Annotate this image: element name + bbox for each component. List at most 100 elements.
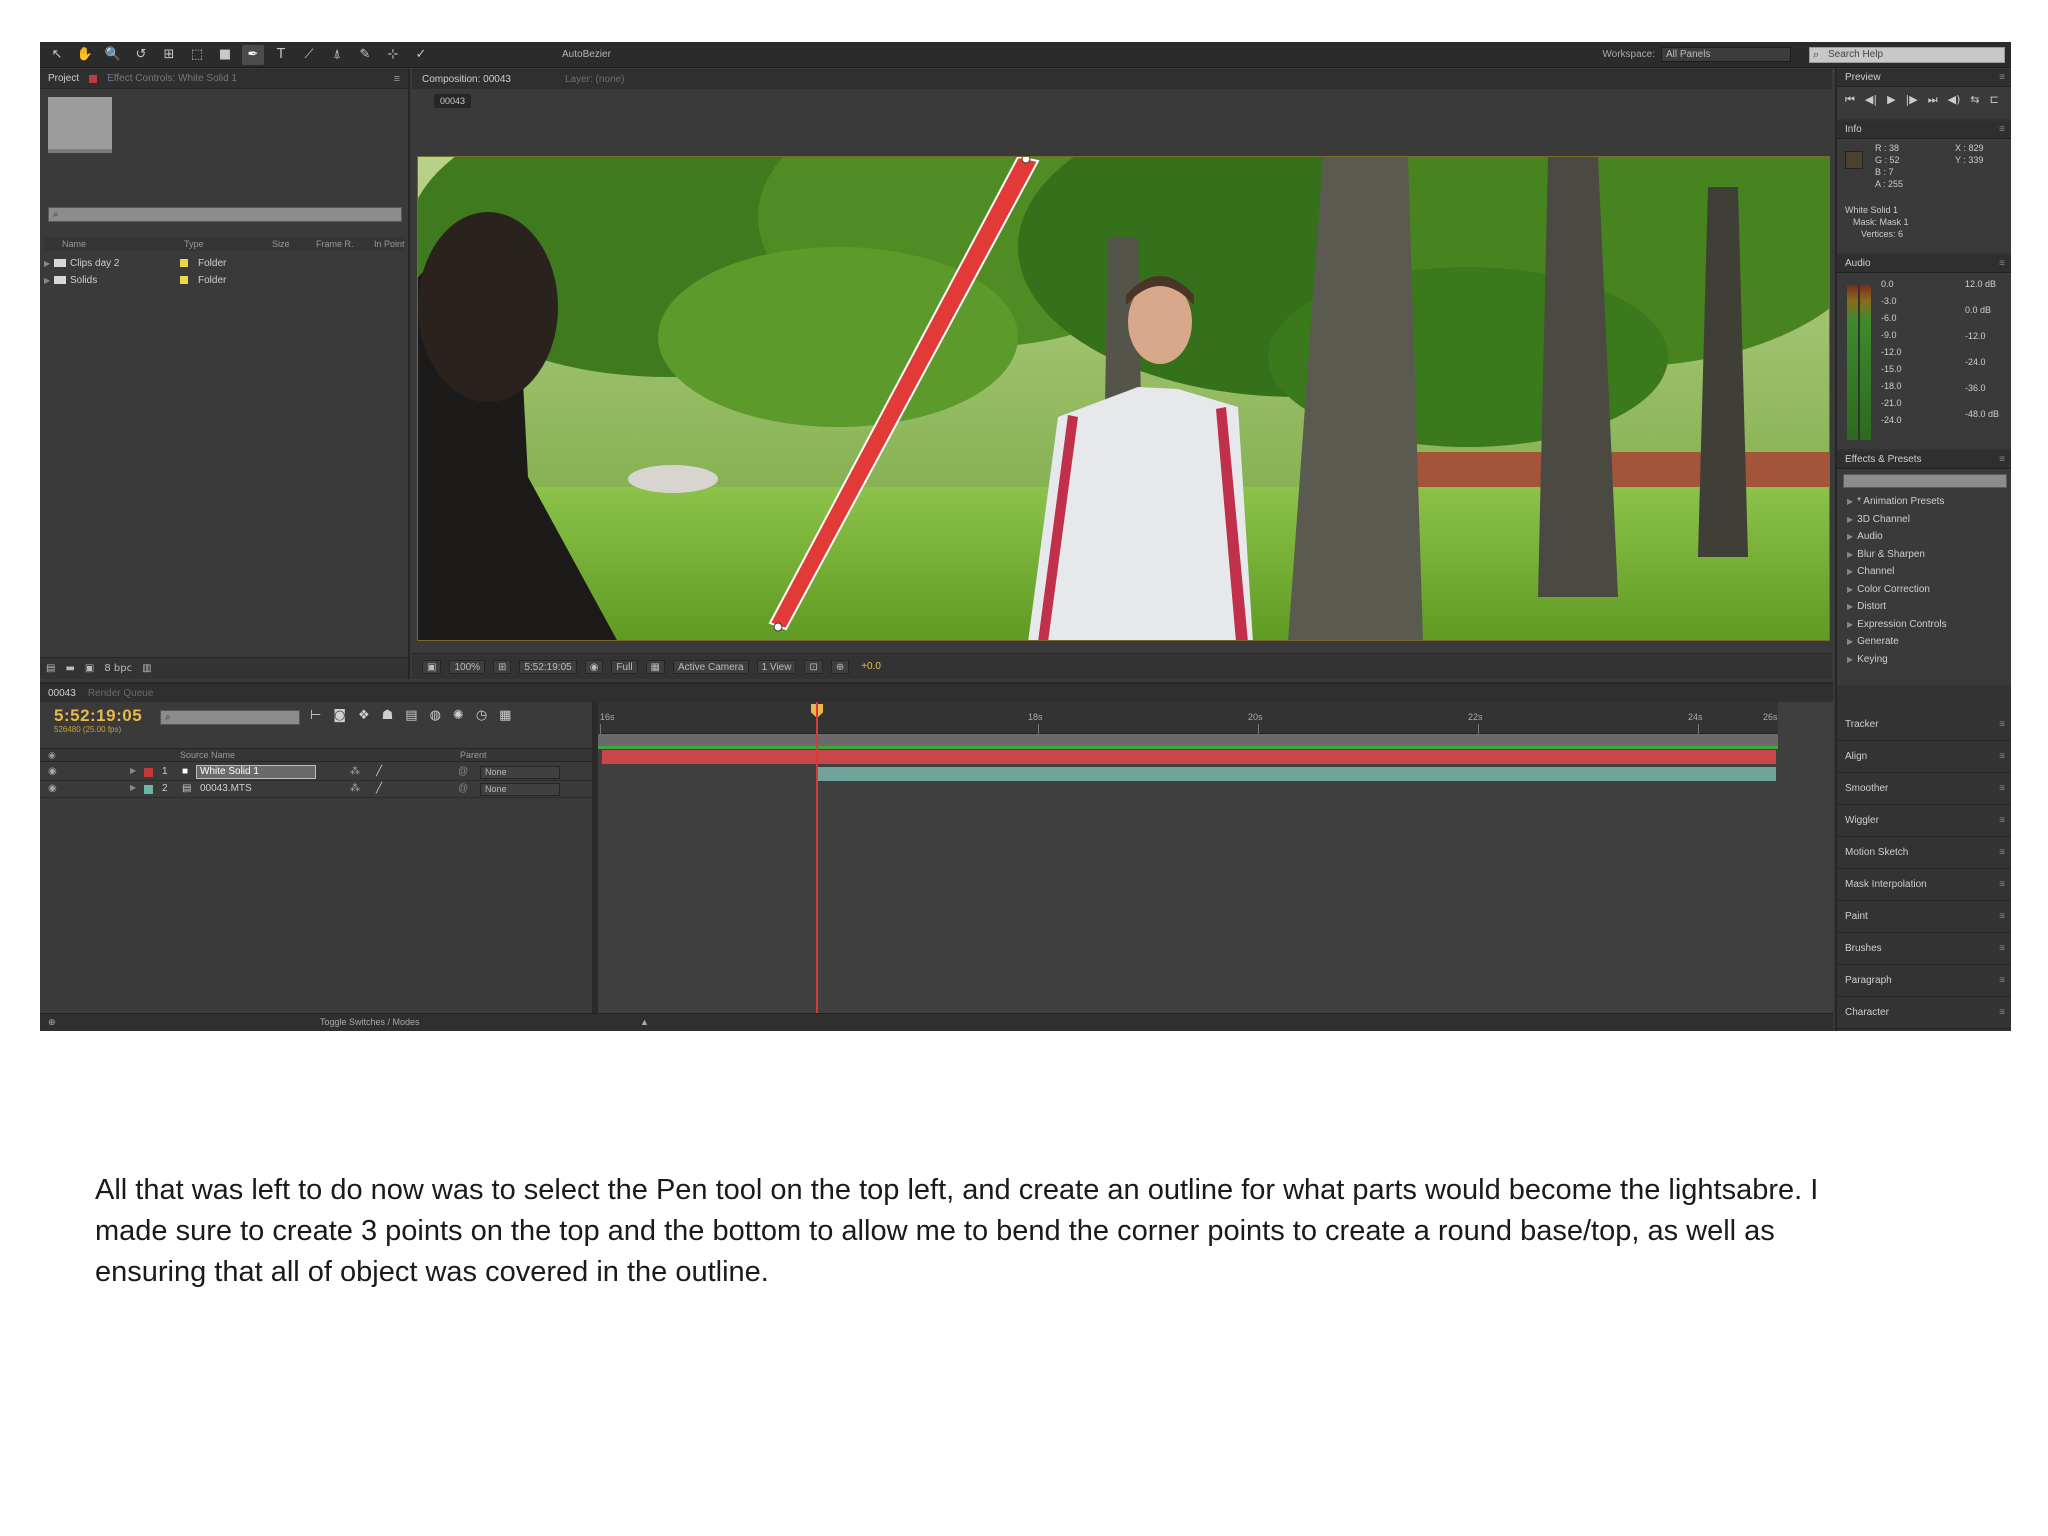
expand-collapse-icon[interactable]: ⊕ — [48, 1017, 56, 1028]
time-ruler[interactable]: 16s 18s 20s 22s 24s 26s — [598, 702, 1778, 734]
expand-arrow-icon[interactable]: ▶ — [44, 276, 54, 285]
play-button[interactable]: ▶ — [1887, 93, 1895, 107]
resolution-dropdown[interactable]: Full — [611, 659, 638, 674]
panel-menu-icon[interactable]: ≡ — [1999, 815, 2005, 826]
graph-editor-icon[interactable]: ▦ — [499, 708, 511, 723]
bpc-toggle[interactable]: 8 bpc — [104, 663, 132, 674]
hand-tool[interactable]: ✋ — [74, 45, 96, 65]
current-timecode[interactable]: 5:52:19:05 — [54, 706, 142, 726]
eye-icon[interactable]: ◉ — [48, 783, 57, 794]
zoom-tool[interactable]: 🔍 — [102, 45, 124, 65]
pan-behind-tool[interactable]: ⬚ — [186, 45, 208, 65]
new-folder-icon[interactable]: ▬ — [65, 663, 74, 674]
panel-menu-icon[interactable]: ≡ — [1999, 72, 2005, 83]
new-composition-icon[interactable]: ▣ — [85, 663, 94, 674]
layer-label-color[interactable] — [144, 768, 153, 777]
tab-render-queue[interactable]: Render Queue — [88, 688, 154, 699]
panel-menu-icon[interactable]: ≡ — [394, 73, 400, 85]
mute-audio-button[interactable]: ◀) — [1948, 93, 1961, 107]
effect-category[interactable]: ▶ 3D Channel — [1837, 511, 2011, 529]
effect-category[interactable]: ▶ Generate — [1837, 633, 2011, 651]
project-search-input[interactable]: ⌕ — [48, 207, 402, 222]
tab-layer[interactable]: Layer: (none) — [565, 74, 624, 85]
transparency-grid-icon[interactable]: ▦ — [645, 659, 665, 674]
layer-name[interactable]: 00043.MTS — [200, 783, 252, 794]
panel-menu-icon[interactable]: ≡ — [1999, 751, 2005, 762]
layer-label-color[interactable] — [144, 785, 153, 794]
motion-blur-icon[interactable]: ◍ — [430, 708, 441, 723]
shy-switch-icon[interactable]: ⁂ — [350, 783, 360, 794]
eraser-tool[interactable]: ✎ — [354, 45, 376, 65]
expand-arrow-icon[interactable]: ▶ — [44, 259, 54, 268]
loop-button[interactable]: ⇆ — [1970, 93, 1979, 107]
search-help-input[interactable]: ⌕ Search Help — [1809, 47, 2005, 63]
layer-duration-bar[interactable] — [602, 750, 1776, 764]
effect-category[interactable]: ▶ Keying — [1837, 651, 2011, 669]
layer-name-field[interactable]: White Solid 1 — [196, 765, 316, 779]
video-frame[interactable] — [417, 156, 1830, 641]
column-name[interactable]: Name — [62, 239, 86, 249]
project-item[interactable]: ▶ Solids Folder — [44, 272, 394, 288]
view-layout-dropdown[interactable]: 1 View — [756, 659, 797, 674]
comp-mini-flowchart-icon[interactable]: ⊢ — [310, 708, 321, 723]
eye-icon[interactable]: ◉ — [48, 766, 57, 777]
first-frame-button[interactable]: ⏮ — [1845, 93, 1855, 107]
panel-menu-icon[interactable]: ≡ — [1999, 847, 2005, 858]
layer-duration-bar[interactable] — [816, 767, 1776, 781]
quality-switch-icon[interactable]: ╱ — [376, 766, 382, 777]
column-parent[interactable]: Parent — [460, 750, 487, 760]
parent-dropdown[interactable]: None — [480, 766, 560, 779]
effect-category[interactable]: ▶ Channel — [1837, 563, 2011, 581]
mask-interpolation-panel[interactable]: Mask Interpolation ≡ — [1837, 869, 2011, 901]
tab-timeline-comp[interactable]: 00043 — [48, 688, 76, 699]
puppet-pin-tool[interactable]: ✓ — [410, 45, 432, 65]
selection-tool[interactable]: ↖ — [46, 45, 68, 65]
brush-tool[interactable]: ⟋ — [298, 45, 320, 65]
wiggler-panel[interactable]: Wiggler ≡ — [1837, 805, 2011, 837]
zoom-slider-icon[interactable]: ▲ — [640, 1017, 649, 1027]
flowchart-icon[interactable]: ⊕ — [830, 659, 850, 674]
column-size[interactable]: Size — [272, 239, 290, 249]
frame-blending-icon[interactable]: ▤ — [405, 708, 417, 723]
panel-menu-icon[interactable]: ≡ — [1999, 911, 2005, 922]
next-frame-button[interactable]: |▶ — [1906, 93, 1918, 107]
effect-category[interactable]: ▶ Distort — [1837, 598, 2011, 616]
snapshot-icon[interactable]: ◉ — [584, 659, 604, 674]
clone-stamp-tool[interactable]: ⍋ — [326, 45, 348, 65]
current-time-field[interactable]: 5:52:19:05 — [519, 659, 577, 674]
tab-composition[interactable]: Composition: 00043 — [422, 74, 511, 85]
panel-menu-icon[interactable]: ≡ — [1999, 719, 2005, 730]
brainstorm-icon[interactable]: ✺ — [453, 708, 464, 723]
shy-layers-icon[interactable]: ☗ — [382, 708, 394, 723]
timeline-search-input[interactable]: ⌕ — [160, 710, 300, 725]
effect-category[interactable]: ▶ Color Correction — [1837, 581, 2011, 599]
smoother-panel[interactable]: Smoother ≡ — [1837, 773, 2011, 805]
panel-menu-icon[interactable]: ≡ — [1999, 943, 2005, 954]
current-time-indicator[interactable] — [816, 702, 818, 1031]
expand-arrow-icon[interactable]: ▶ — [130, 766, 136, 775]
expand-arrow-icon[interactable]: ▶ — [130, 783, 136, 792]
column-source-name[interactable]: Source Name — [180, 750, 235, 760]
type-tool[interactable]: T — [270, 45, 292, 65]
column-frame-rate[interactable]: Frame R. — [316, 239, 354, 249]
effect-category[interactable]: ▶ Expression Controls — [1837, 616, 2011, 634]
panel-menu-icon[interactable]: ≡ — [1999, 454, 2005, 465]
shy-switch-icon[interactable]: ⁂ — [350, 766, 360, 777]
effect-category[interactable]: ▶ Audio — [1837, 528, 2011, 546]
timeline-layer-row[interactable]: ◉ ▶ 2 ▤ 00043.MTS ⁂ ╱ @ None — [40, 781, 592, 798]
tab-effect-controls[interactable]: Effect Controls: White Solid 1 — [107, 73, 237, 84]
ram-preview-button[interactable]: ⊏ — [1990, 93, 1999, 107]
composition-name-chip[interactable]: 00043 — [434, 94, 472, 108]
parent-pickwhip-icon[interactable]: @ — [458, 766, 468, 777]
effects-search-input[interactable] — [1843, 474, 2007, 488]
panel-menu-icon[interactable]: ≡ — [1999, 783, 2005, 794]
effect-category[interactable]: ▶ * Animation Presets — [1837, 493, 2011, 511]
panel-menu-icon[interactable]: ≡ — [1999, 879, 2005, 890]
character-panel[interactable]: Character ≡ — [1837, 997, 2011, 1029]
trash-icon[interactable]: ▥ — [142, 663, 151, 674]
timeline-graph-area[interactable]: 16s 18s 20s 22s 24s 26s — [598, 702, 1833, 1031]
parent-dropdown[interactable]: None — [480, 783, 560, 796]
camera-view-dropdown[interactable]: Active Camera — [673, 659, 749, 674]
autobezier-option[interactable]: AutoBezier — [562, 49, 611, 60]
draft-3d-icon[interactable]: ❖ — [358, 708, 370, 723]
